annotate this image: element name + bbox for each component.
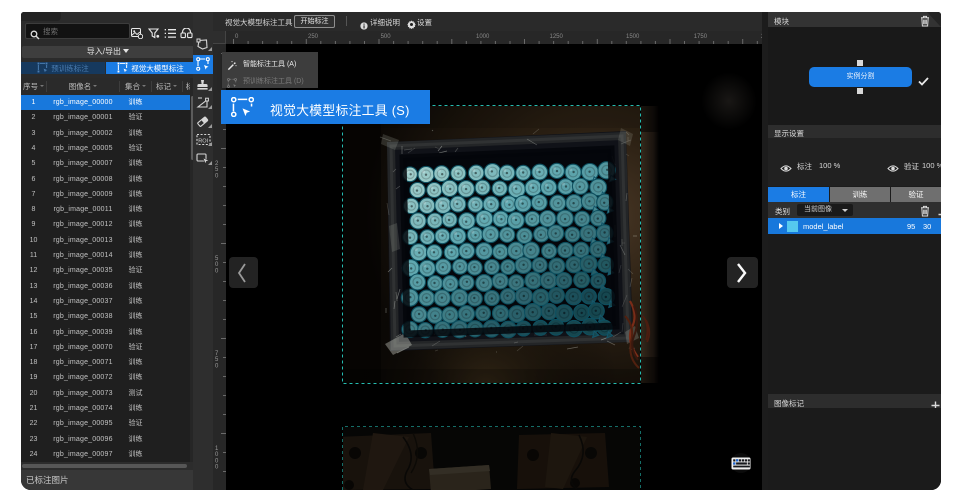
svg-text:7: 7 [215, 351, 219, 357]
svg-text:250: 250 [308, 34, 319, 40]
svg-text:2: 2 [215, 161, 219, 167]
svg-text:0: 0 [235, 34, 239, 40]
svg-text:5: 5 [215, 256, 219, 262]
svg-text:1: 1 [215, 446, 219, 452]
svg-text:500: 500 [381, 34, 392, 40]
svg-text:0: 0 [215, 363, 219, 369]
svg-text:0: 0 [215, 268, 219, 274]
svg-text:5: 5 [215, 167, 219, 173]
svg-text:0: 0 [215, 465, 219, 471]
svg-text:1750: 1750 [694, 34, 708, 40]
svg-text:1500: 1500 [626, 34, 640, 40]
svg-text:0: 0 [215, 458, 219, 464]
svg-text:1250: 1250 [550, 34, 564, 40]
svg-text:0: 0 [215, 452, 219, 458]
svg-text:5: 5 [215, 357, 219, 363]
svg-text:1000: 1000 [476, 34, 490, 40]
svg-text:0: 0 [215, 262, 219, 268]
svg-text:0: 0 [215, 173, 219, 179]
